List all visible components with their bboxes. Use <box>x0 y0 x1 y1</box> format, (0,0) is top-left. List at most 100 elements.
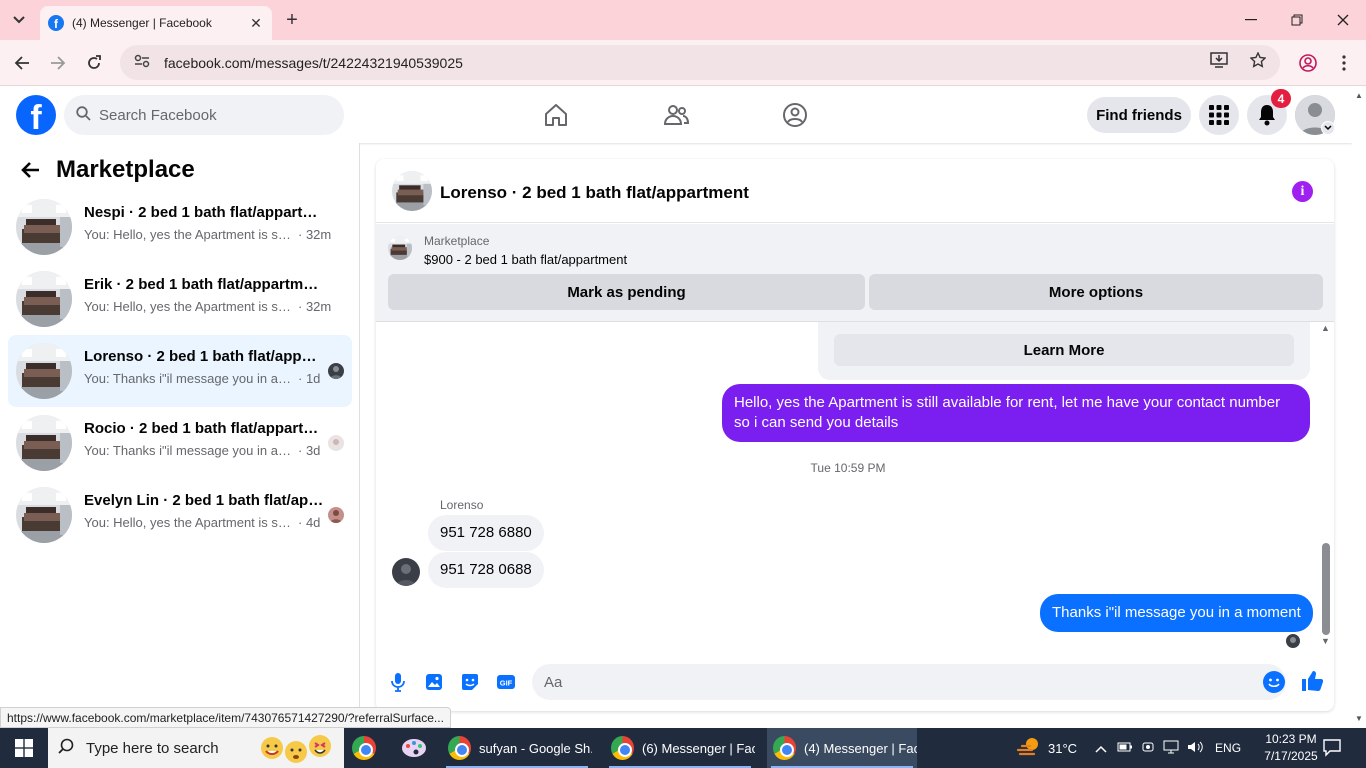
restore-icon <box>1291 14 1303 26</box>
emoji-icon[interactable] <box>1263 671 1285 693</box>
language-indicator[interactable]: ENG <box>1215 741 1241 755</box>
conversation-preview: You: Hello, yes the Apartment is still a… <box>84 299 334 314</box>
tab-search-button[interactable] <box>6 7 32 33</box>
install-app-icon[interactable] <box>1210 52 1228 73</box>
conversation-preview: You: Hello, yes the Apartment is still a… <box>84 515 334 530</box>
account-chevron-icon[interactable] <box>1321 121 1335 135</box>
temperature[interactable]: 31°C <box>1048 741 1077 756</box>
new-tab-button[interactable]: + <box>281 9 303 31</box>
conversation-item[interactable]: Erik · 2 bed 1 bath flat/appartment You: … <box>8 263 352 335</box>
maximize-button[interactable] <box>1274 0 1320 40</box>
learn-more-button[interactable]: Learn More <box>834 334 1294 366</box>
taskbar-search-placeholder[interactable]: Type here to search <box>86 740 219 757</box>
battery-icon[interactable] <box>1117 741 1133 756</box>
taskbar-window-messenger-4[interactable]: (4) Messenger | Fac... <box>767 728 917 768</box>
url-text[interactable]: facebook.com/messages/t/2422432194053902… <box>164 55 463 71</box>
minimize-button[interactable] <box>1228 0 1274 40</box>
close-window-button[interactable] <box>1320 0 1366 40</box>
site-info-icon[interactable] <box>134 54 150 71</box>
facebook-header: f Find friends 4 <box>0 87 1352 143</box>
webcam-icon[interactable] <box>1141 740 1155 757</box>
kebab-menu-icon <box>1342 55 1346 71</box>
nav-friends[interactable] <box>656 95 696 135</box>
message-input[interactable] <box>544 673 1224 691</box>
facebook-search[interactable] <box>64 95 344 135</box>
messages-scrollbar[interactable] <box>1322 543 1330 635</box>
address-bar[interactable]: facebook.com/messages/t/2422432194053902… <box>120 45 1280 80</box>
conversation-preview: You: Thanks i"il message you in a moment… <box>84 371 334 386</box>
find-friends-button[interactable]: Find friends <box>1087 97 1191 133</box>
mark-pending-button[interactable]: Mark as pending <box>388 274 865 310</box>
close-tab-icon[interactable]: ✕ <box>248 15 264 32</box>
taskbar-window-sheets[interactable]: sufyan - Google Sh... <box>442 728 592 768</box>
message-outgoing[interactable]: Thanks i"il message you in a moment <box>1040 594 1313 632</box>
message-timestamp: Tue 10:59 PM <box>810 461 886 475</box>
facebook-logo-icon[interactable]: f <box>16 95 56 135</box>
nav-groups[interactable] <box>775 95 815 135</box>
weather-icon[interactable] <box>1016 736 1042 761</box>
listing-thumbnail[interactable] <box>388 236 412 260</box>
search-input[interactable] <box>99 106 319 124</box>
message-incoming[interactable]: 951 728 6880 <box>428 515 544 551</box>
conversation-name: Evelyn Lin · 2 bed 1 bath flat/appartmen… <box>84 492 324 509</box>
microphone-icon[interactable] <box>386 670 410 694</box>
info-icon[interactable]: i <box>1292 181 1313 202</box>
sender-name: Lorenso <box>440 498 484 512</box>
taskbar-window-messenger-6[interactable]: (6) Messenger | Fac... <box>605 728 755 768</box>
emoji-faces-icon <box>258 734 336 767</box>
taskbar-chrome[interactable] <box>346 728 380 768</box>
sticker-icon[interactable] <box>458 670 482 694</box>
like-thumb-icon[interactable] <box>1300 669 1326 695</box>
clock-time: 10:23 PM <box>1265 732 1317 746</box>
conversation-item[interactable]: Nespi · 2 bed 1 bath flat/appartment You:… <box>8 191 352 263</box>
start-button[interactable] <box>0 728 48 768</box>
conversation-name: Nespi · 2 bed 1 bath flat/appartment <box>84 204 324 221</box>
notification-badge: 4 <box>1271 89 1291 108</box>
conversation-item[interactable]: Lorenso · 2 bed 1 bath flat/appartment Yo… <box>8 335 352 407</box>
message-composer[interactable] <box>532 664 1286 700</box>
chat-panel: Lorenso · 2 bed 1 bath flat/appartment i… <box>376 159 1334 711</box>
info-card: Learn More <box>818 322 1310 380</box>
back-button[interactable] <box>9 50 35 76</box>
page-scroll-down-icon[interactable]: ▼ <box>1355 714 1363 723</box>
reload-button[interactable] <box>81 50 107 76</box>
chat-title[interactable]: Lorenso · 2 bed 1 bath flat/appartment <box>440 183 749 203</box>
scroll-up-arrow-icon[interactable]: ▲ <box>1321 323 1330 333</box>
chevron-down-icon <box>13 16 25 24</box>
conversation-item[interactable]: Rocio · 2 bed 1 bath flat/appartment You:… <box>8 407 352 479</box>
message-incoming[interactable]: 951 728 0688 <box>428 552 544 588</box>
photo-icon[interactable] <box>422 670 446 694</box>
browser-tab-active[interactable]: f (4) Messenger | Facebook ✕ <box>40 6 272 40</box>
taskbar-app-icon[interactable] <box>394 728 430 768</box>
taskbar-search[interactable]: Type here to search <box>48 728 344 768</box>
network-icon[interactable] <box>1163 740 1179 757</box>
profile-button[interactable] <box>1295 50 1321 76</box>
seen-avatar <box>328 507 344 523</box>
forward-button[interactable] <box>45 50 71 76</box>
reload-icon <box>88 55 101 69</box>
clock-date: 7/17/2025 <box>1264 749 1318 763</box>
chat-avatar[interactable] <box>392 171 432 211</box>
taskbar-clock[interactable]: 10:23 PM 7/17/2025 <box>1258 731 1324 765</box>
gif-icon[interactable]: GIF <box>494 670 518 694</box>
sender-avatar[interactable] <box>392 558 420 586</box>
conversation-thumbnail <box>16 487 72 543</box>
browser-tab-strip: f (4) Messenger | Facebook ✕ + <box>0 0 1366 40</box>
notification-center-icon[interactable] <box>1322 737 1344 759</box>
bookmark-star-icon[interactable] <box>1249 51 1267 73</box>
browser-menu-button[interactable] <box>1331 50 1357 76</box>
volume-icon[interactable] <box>1187 740 1203 757</box>
tray-expand-icon[interactable] <box>1095 741 1107 756</box>
message-outgoing[interactable]: Hello, yes the Apartment is still availa… <box>722 384 1310 442</box>
listing-title[interactable]: $900 - 2 bed 1 bath flat/appartment <box>424 252 627 267</box>
conversation-preview: You: Thanks i"il message you in a moment… <box>84 443 334 458</box>
menu-button[interactable] <box>1199 95 1239 135</box>
page-scrollbar[interactable]: ▲ ▼ <box>1352 87 1366 728</box>
scroll-down-arrow-icon[interactable]: ▼ <box>1321 636 1330 646</box>
more-options-button[interactable]: More options <box>869 274 1323 310</box>
conversation-item[interactable]: Evelyn Lin · 2 bed 1 bath flat/appartmen… <box>8 479 352 551</box>
back-arrow-icon[interactable] <box>20 159 40 185</box>
nav-home[interactable] <box>536 95 576 135</box>
conversation-time: · 32m <box>298 299 332 314</box>
page-scroll-up-icon[interactable]: ▲ <box>1355 91 1363 100</box>
